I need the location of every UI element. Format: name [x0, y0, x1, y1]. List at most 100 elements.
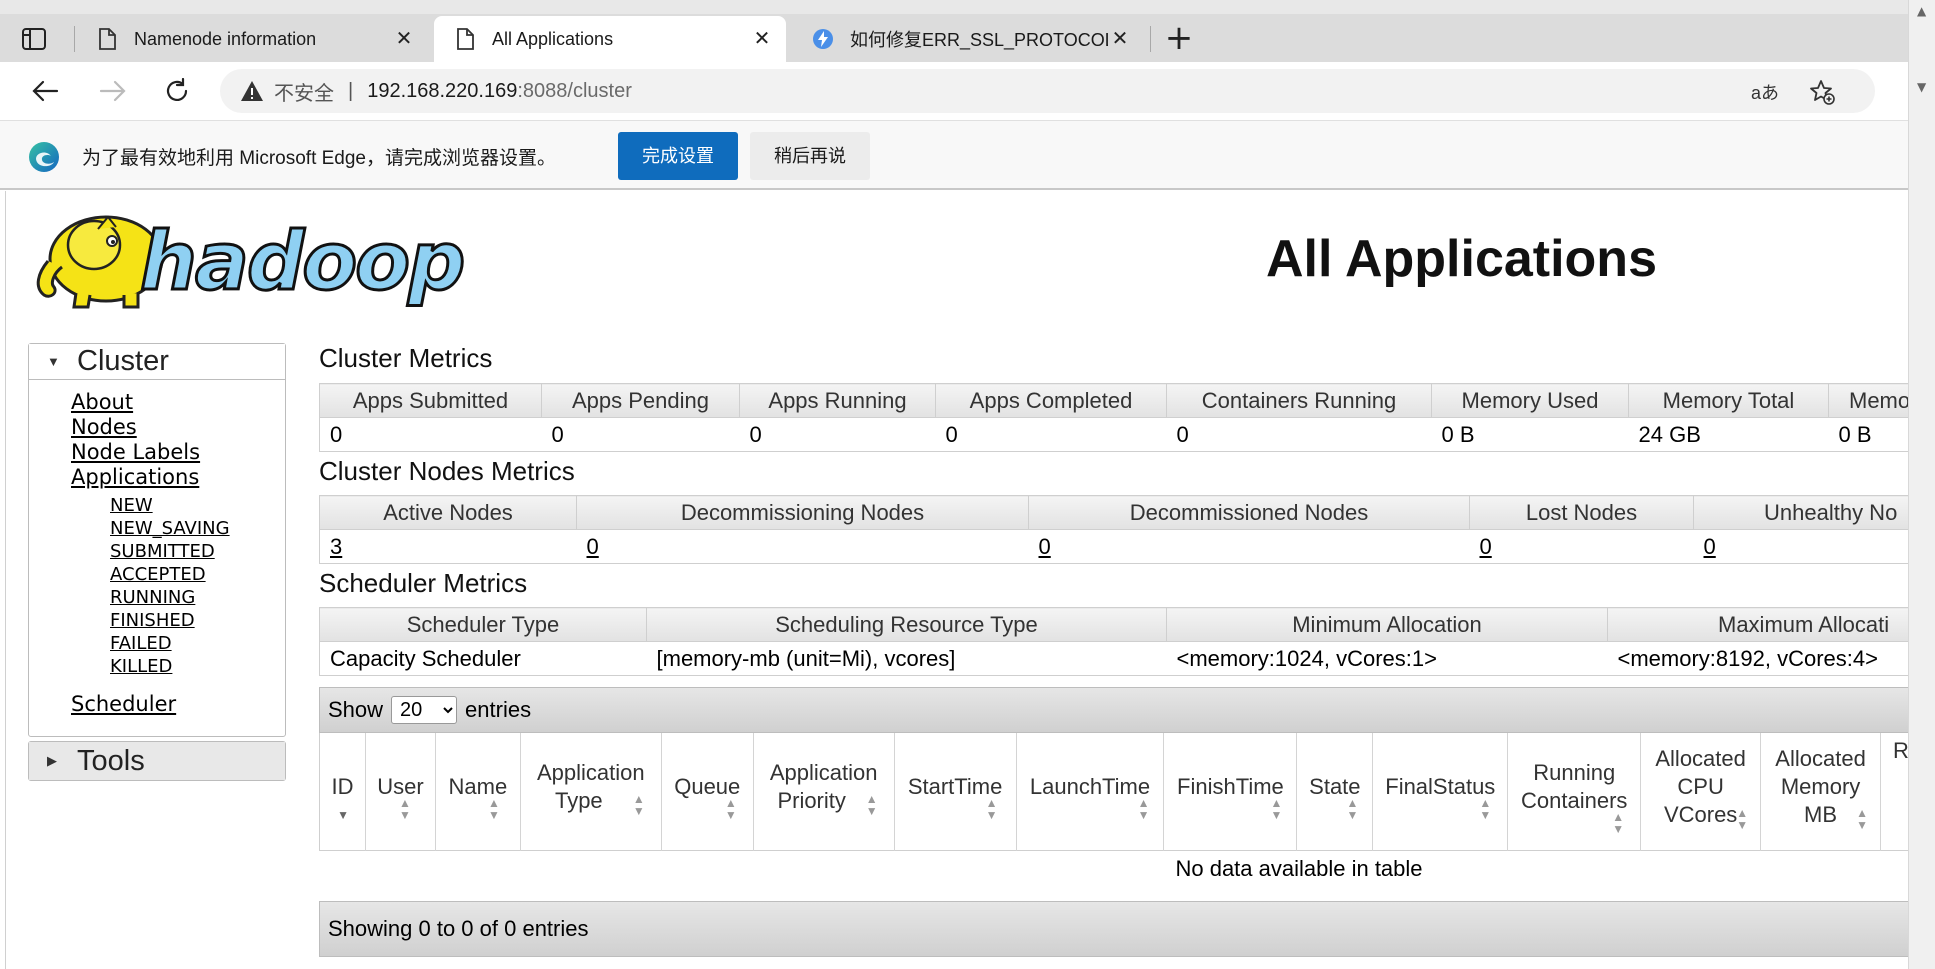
sidebar-link-about[interactable]: About	[71, 390, 133, 414]
entries-label: entries	[465, 697, 532, 722]
column-header: Unhealthy No	[1693, 495, 1908, 530]
column-header-state[interactable]: State ▲ ▼	[1297, 733, 1374, 851]
column-header-application-type[interactable]: Application Type ▲ ▼	[521, 733, 662, 851]
column-header: Apps Completed	[935, 383, 1167, 418]
column-header: Containers Running	[1166, 383, 1432, 418]
active-nodes-link[interactable]: 3	[319, 529, 577, 564]
sidebar-link-nodes[interactable]: Nodes	[71, 415, 137, 439]
tab-all-applications[interactable]: All Applications ✕	[434, 16, 786, 62]
column-header-start-time[interactable]: StartTime ▲ ▼	[895, 733, 1017, 851]
add-favorite-icon[interactable]	[1809, 79, 1835, 105]
sidebar-state-running[interactable]: RUNNING	[110, 587, 195, 608]
column-header-launch-time[interactable]: LaunchTime ▲ ▼	[1017, 733, 1165, 851]
sidebar-state-accepted[interactable]: ACCEPTED	[110, 564, 206, 585]
window-scrollbar[interactable]: ▲ ▼	[1908, 0, 1935, 969]
back-button[interactable]	[28, 74, 62, 108]
cluster-metrics-table: Apps Submitted Apps Pending Apps Running…	[319, 383, 1908, 452]
sort-icon: ▲ ▼	[1856, 806, 1869, 832]
url-path[interactable]: :8088/cluster	[517, 80, 632, 103]
page-length-select[interactable]: 20	[391, 696, 458, 724]
column-header-label: Allocated	[1655, 746, 1746, 771]
column-header-label: Running	[1533, 760, 1616, 785]
column-header-finish-time[interactable]: FinishTime ▲ ▼	[1164, 733, 1298, 851]
column-header-label: Memory	[1780, 774, 1861, 799]
table-row: 0 0 0 0 0 0 B 24 GB 0 B	[319, 417, 1908, 452]
table-cell: 0	[739, 417, 936, 452]
column-header-id[interactable]: ID ▼	[320, 733, 366, 851]
sort-icon: ▲ ▼	[1270, 796, 1283, 822]
scroll-down-icon[interactable]: ▼	[1917, 80, 1926, 94]
column-header-label: VCores	[1663, 802, 1738, 827]
complete-setup-button[interactable]: 完成设置	[618, 132, 738, 180]
column-header: Apps Submitted	[319, 383, 542, 418]
column-header: Scheduling Resource Type	[646, 607, 1167, 642]
column-header-allocated-cpu[interactable]: Allocated CPU VCores ▲ ▼	[1641, 733, 1762, 851]
sidebar-tools-header[interactable]: ▶ Tools	[29, 742, 285, 780]
show-label: Show	[328, 697, 384, 722]
column-header-allocated-memory[interactable]: Allocated Memory MB ▲ ▼	[1761, 733, 1882, 851]
tab-ssl-error[interactable]: 如何修复ERR_SSL_PROTOCOL_ER ✕	[792, 16, 1144, 62]
column-header: Apps Pending	[541, 383, 740, 418]
column-header-label: ID	[331, 774, 354, 799]
column-header-label: Application	[537, 760, 645, 785]
refresh-button[interactable]	[160, 74, 194, 108]
unhealthy-nodes-link[interactable]: 0	[1693, 529, 1908, 564]
table-row: 3 0 0 0 0	[319, 529, 1908, 564]
tab-namenode[interactable]: Namenode information ✕	[76, 16, 428, 62]
column-header: Minimum Allocation	[1166, 607, 1608, 642]
column-header-label: Type	[554, 788, 603, 813]
sidebar-cluster-title: Cluster	[77, 345, 169, 377]
read-aloud-icon[interactable]: aあ	[1751, 79, 1779, 105]
new-tab-button[interactable]: +	[1162, 21, 1196, 56]
sidebar-state-failed[interactable]: FAILED	[110, 633, 172, 654]
table-cell: 0	[1166, 417, 1432, 452]
column-header-queue[interactable]: Queue ▲ ▼	[662, 733, 754, 851]
sort-icon: ▲ ▼	[724, 796, 737, 822]
sort-desc-icon: ▼	[337, 808, 349, 822]
sidebar-link-applications[interactable]: Applications	[71, 465, 199, 489]
column-header-truncated[interactable]: R	[1881, 733, 1908, 851]
applications-table: Show 20 entries ID ▼ User ▲ ▼ Name ▲ ▼ App…	[319, 687, 1908, 957]
close-icon[interactable]: ✕	[1108, 27, 1132, 51]
page-viewport: hadoop All Applications ▼ Cluster About …	[5, 191, 1908, 969]
sidebar-state-killed[interactable]: KILLED	[110, 656, 172, 677]
column-header-name[interactable]: Name ▲ ▼	[436, 733, 521, 851]
sidebar-tools-title: Tools	[77, 744, 145, 777]
table-cell: 24 GB	[1628, 417, 1829, 452]
security-label[interactable]: 不安全	[274, 77, 334, 106]
address-bar[interactable]: 不安全 | 192.168.220.169 :8088/cluster aあ	[220, 69, 1875, 113]
empty-table-message: No data available in table	[1175, 856, 1423, 881]
column-header-label: Priority	[777, 788, 846, 813]
column-header-running-containers[interactable]: Running Containers ▲ ▼	[1508, 733, 1642, 851]
sidebar-tools-panel[interactable]: ▶ Tools	[28, 741, 286, 781]
forward-button[interactable]	[96, 74, 130, 108]
url-host[interactable]: 192.168.220.169	[367, 80, 517, 103]
close-icon[interactable]: ✕	[392, 27, 416, 51]
sidebar-cluster-header[interactable]: ▼ Cluster	[29, 344, 285, 380]
table-cell: 0	[319, 417, 542, 452]
sidebar-state-new-saving[interactable]: NEW_SAVING	[110, 518, 230, 539]
sort-icon: ▲ ▼	[1137, 796, 1150, 822]
sidebar-link-scheduler[interactable]: Scheduler	[71, 692, 176, 716]
close-icon[interactable]: ✕	[750, 27, 774, 51]
sidebar-link-node-labels[interactable]: Node Labels	[71, 440, 200, 464]
later-button[interactable]: 稍后再说	[750, 132, 870, 180]
column-header-user[interactable]: User ▲ ▼	[366, 733, 436, 851]
sidebar-state-new[interactable]: NEW	[110, 495, 153, 516]
decommissioned-nodes-link[interactable]: 0	[1028, 529, 1470, 564]
scheduler-metrics-title: Scheduler Metrics	[319, 568, 528, 598]
column-header-final-status[interactable]: FinalStatus ▲ ▼	[1373, 733, 1509, 851]
decommissioning-nodes-link[interactable]: 0	[576, 529, 1029, 564]
nodes-metrics-table: Active Nodes Decommissioning Nodes Decom…	[319, 495, 1908, 564]
scroll-up-icon[interactable]: ▲	[1917, 4, 1926, 18]
table-cell: <memory:1024, vCores:1>	[1166, 641, 1608, 676]
sidebar-state-finished[interactable]: FINISHED	[110, 610, 195, 631]
warning-icon[interactable]	[240, 79, 264, 103]
column-header-label: FinishTime	[1177, 774, 1284, 799]
column-header: Scheduler Type	[319, 607, 647, 642]
lost-nodes-link[interactable]: 0	[1469, 529, 1694, 564]
tab-actions-icon[interactable]	[22, 28, 46, 50]
sidebar-state-submitted[interactable]: SUBMITTED	[110, 541, 215, 562]
column-header-application-priority[interactable]: Application Priority ▲ ▼	[754, 733, 895, 851]
table-row: Capacity Scheduler [memory-mb (unit=Mi),…	[319, 641, 1908, 676]
